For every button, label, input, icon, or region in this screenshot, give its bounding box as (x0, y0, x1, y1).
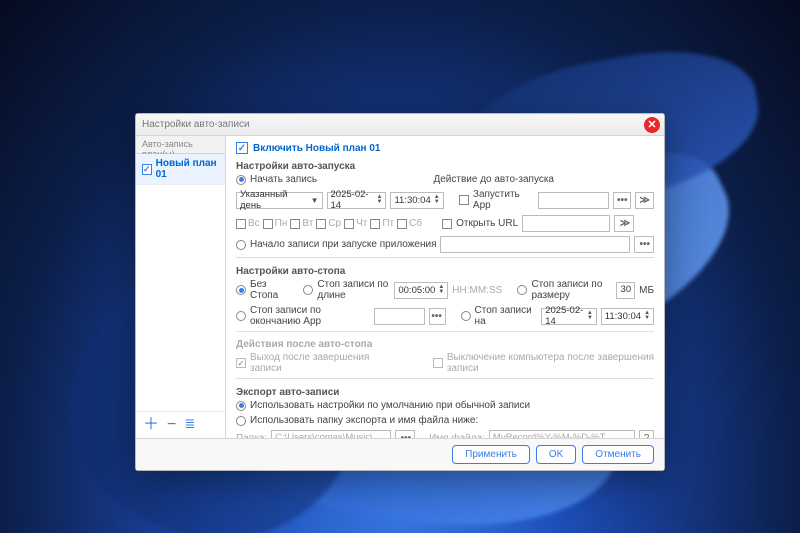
launch-app-checkbox[interactable] (459, 195, 469, 205)
day-sat-checkbox[interactable] (397, 219, 407, 229)
filename-help-icon[interactable]: ? (639, 430, 654, 438)
time-input[interactable]: 11:30:04 ▲▼ (390, 192, 443, 209)
day-fri-checkbox[interactable] (370, 219, 380, 229)
enable-plan-checkbox[interactable]: ✓ (236, 142, 248, 154)
export-title: Экспорт авто-записи (236, 385, 654, 400)
begin-record-label: Начать запись (250, 174, 317, 185)
sidebar-header: Авто-запись план(ы) (136, 136, 225, 154)
date-input[interactable]: 2025-02-14 ▲▼ (327, 192, 387, 209)
titlebar: Настройки авто-записи ✕ (136, 114, 664, 136)
stop-at-label: Стоп записи на (475, 305, 534, 327)
day-tue-checkbox[interactable] (290, 219, 300, 229)
day-select[interactable]: Указанный день ▼ (236, 192, 323, 209)
open-url-field[interactable] (522, 215, 610, 232)
spinner-icon[interactable]: ▲▼ (377, 195, 383, 205)
cancel-button[interactable]: Отменить (582, 445, 654, 464)
stop-size-label: Стоп записи по размеру (531, 279, 611, 301)
shutdown-after-checkbox[interactable] (433, 358, 443, 368)
autostop-title: Настройки авто-стопа (236, 264, 654, 279)
open-url-checkbox[interactable] (442, 219, 452, 229)
browse-launch-app-button[interactable]: ••• (634, 236, 654, 253)
quit-after-checkbox[interactable] (236, 358, 246, 368)
remove-plan-icon[interactable]: − (167, 417, 176, 433)
radio-begin-record[interactable] (236, 175, 246, 185)
poststop-section: Действия после авто-стопа Выход после за… (236, 331, 654, 374)
run-app-button[interactable]: ≫ (635, 192, 654, 209)
on-launch-label: Начало записи при запуске приложения (250, 239, 436, 250)
autostart-title: Настройки авто-запуска (236, 159, 654, 174)
browse-app-button[interactable]: ••• (613, 192, 632, 209)
checkbox-icon[interactable]: ✓ (142, 164, 152, 175)
sidebar-tools: ＋ − ≣ (136, 411, 225, 438)
length-hint: HH:MM:SS (452, 285, 502, 296)
apply-button[interactable]: Применить (452, 445, 530, 464)
settings-plan-icon[interactable]: ≣ (184, 417, 195, 433)
spinner-icon[interactable]: ▲▼ (438, 285, 444, 295)
close-icon[interactable]: ✕ (644, 117, 660, 133)
open-url-label: Открыть URL (456, 218, 518, 229)
plan-label: Новый план 01 (156, 158, 219, 180)
add-plan-icon[interactable]: ＋ (143, 417, 159, 433)
radio-stop-length[interactable] (303, 285, 313, 295)
day-sun-checkbox[interactable] (236, 219, 246, 229)
spinner-icon[interactable]: ▲▼ (644, 311, 650, 321)
export-folder-label: Использовать папку экспорта и имя файла … (250, 415, 478, 426)
stop-app-end-label: Стоп записи по окончанию App (250, 305, 370, 327)
radio-no-stop[interactable] (236, 285, 246, 295)
spinner-icon[interactable]: ▲▼ (434, 195, 440, 205)
preaction-title: Действие до авто-запуска (433, 174, 554, 185)
content-area: ✓ Включить Новый план 01 Настройки авто-… (226, 136, 664, 438)
weekday-row: Вс Пн Вт Ср Чт Пт Сб (236, 218, 422, 229)
launch-app-field[interactable] (538, 192, 609, 209)
radio-export-folder[interactable] (236, 416, 246, 426)
filename-input[interactable]: MyRecord%Y-%M-%D-%T (489, 430, 635, 438)
on-launch-app-field[interactable] (440, 236, 630, 253)
radio-on-launch[interactable] (236, 240, 246, 250)
browse-folder-button[interactable]: ••• (395, 430, 415, 438)
radio-stop-at[interactable] (461, 311, 471, 321)
no-stop-label: Без Стопа (250, 279, 284, 301)
day-thu-checkbox[interactable] (344, 219, 354, 229)
ok-button[interactable]: OK (536, 445, 576, 464)
export-default-label: Использовать настройки по умолчанию при … (250, 400, 530, 411)
radio-stop-app-end[interactable] (236, 311, 246, 321)
launch-app-label: Запустить App (473, 189, 534, 211)
stop-at-date[interactable]: 2025-02-14 ▲▼ (541, 308, 597, 325)
stop-app-field[interactable] (374, 308, 425, 325)
stop-length-label: Стоп записи по длине (317, 279, 390, 301)
radio-stop-size[interactable] (517, 285, 527, 295)
chevron-down-icon: ▼ (311, 196, 319, 205)
stop-at-time[interactable]: 11:30:04 ▲▼ (601, 308, 654, 325)
go-url-button[interactable]: ≫ (614, 215, 634, 232)
day-wed-checkbox[interactable] (316, 219, 326, 229)
quit-after-label: Выход после завершения записи (250, 352, 382, 374)
window-title: Настройки авто-записи (142, 119, 250, 130)
spinner-icon[interactable]: ▲▼ (587, 311, 593, 321)
browse-stop-app-button[interactable]: ••• (429, 308, 446, 325)
day-mon-checkbox[interactable] (263, 219, 273, 229)
enable-plan-label: Включить Новый план 01 (253, 143, 380, 154)
sidebar: Авто-запись план(ы) ✓ Новый план 01 ＋ − … (136, 136, 226, 438)
stop-size-input[interactable]: 30 (616, 282, 635, 299)
poststop-title: Действия после авто-стопа (236, 337, 654, 352)
footer: Применить OK Отменить (136, 438, 664, 470)
folder-input[interactable]: C:\Users\comas\Music\ (271, 430, 391, 438)
settings-window: Настройки авто-записи ✕ Авто-запись план… (135, 113, 665, 471)
sidebar-item-plan01[interactable]: ✓ Новый план 01 (136, 154, 225, 185)
size-unit: МБ (639, 285, 654, 296)
stop-length-input[interactable]: 00:05:00 ▲▼ (394, 282, 448, 299)
shutdown-after-label: Выключение компьютера после завершения з… (447, 352, 654, 374)
radio-export-default[interactable] (236, 401, 246, 411)
